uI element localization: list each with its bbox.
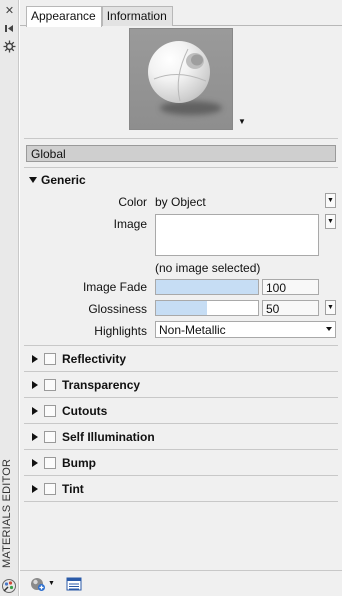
collapse-arrow-icon [32,485,38,493]
highlights-select-value: Non-Metallic [159,323,226,337]
collapse-arrow-icon [32,459,38,467]
section-reflectivity[interactable]: Reflectivity [32,352,126,366]
section-transparency[interactable]: Transparency [32,378,140,392]
section-label: Transparency [62,378,141,392]
collapse-arrow-icon [32,355,38,363]
glossiness-dropdown-button[interactable]: ▼ [325,300,336,315]
separator [24,167,338,168]
section-label: Reflectivity [62,352,127,366]
separator [24,397,338,398]
color-dropdown-button[interactable]: ▼ [325,193,336,208]
separator [24,449,338,450]
section-label: Tint [62,482,84,496]
chevron-down-icon [326,327,332,331]
section-label: Self Illumination [62,430,155,444]
global-section-bar[interactable]: Global [26,145,336,162]
glossiness-slider[interactable] [155,300,259,316]
palette-title: MATERIALS EDITOR [1,458,13,568]
create-material-dropdown[interactable]: ▼ [48,576,56,592]
separator [24,138,338,139]
color-value[interactable]: by Object [155,195,206,209]
collapse-arrow-icon [32,407,38,415]
material-preview-swatch[interactable] [129,28,233,130]
image-dropdown-button[interactable]: ▼ [325,214,336,229]
materials-browser-icon[interactable] [66,576,82,592]
tab-appearance[interactable]: Appearance [26,6,102,27]
image-slot[interactable] [155,214,319,256]
separator [24,475,338,476]
close-icon[interactable]: ✕ [3,4,16,17]
materials-editor-panel: Appearance Information ▼ Global Generic … [20,0,342,596]
bottom-toolbar: ▼ [20,570,342,596]
separator [24,423,338,424]
properties-icon[interactable] [3,40,16,53]
glossiness-value[interactable]: 50 [262,300,319,316]
collapse-arrow-icon [32,433,38,441]
section-self-illumination[interactable]: Self Illumination [32,430,155,444]
reflectivity-checkbox[interactable] [44,353,56,365]
section-label: Cutouts [62,404,108,418]
generic-section-header[interactable]: Generic [29,173,86,187]
bump-checkbox[interactable] [44,457,56,469]
glossiness-slider-fill [156,301,207,315]
expand-arrow-icon [29,177,37,183]
section-tint[interactable]: Tint [32,482,84,496]
section-cutouts[interactable]: Cutouts [32,404,107,418]
image-fade-slider-fill [156,280,258,294]
color-label: Color [118,195,147,209]
tint-checkbox[interactable] [44,483,56,495]
preview-sphere [148,41,210,103]
autohide-icon[interactable] [3,22,16,35]
tab-strip: Appearance Information [26,6,173,27]
preview-options-dropdown[interactable]: ▼ [238,118,246,126]
create-material-icon[interactable] [30,576,46,592]
palette-title-strip: ✕ MATERIALS EDITOR [0,0,19,596]
highlights-select[interactable]: Non-Metallic [155,321,336,338]
materials-palette-icon[interactable] [1,578,17,594]
collapse-arrow-icon [32,381,38,389]
image-fade-label: Image Fade [82,280,147,294]
image-status-text: (no image selected) [155,261,261,275]
section-label: Bump [62,456,96,470]
transparency-checkbox[interactable] [44,379,56,391]
separator [24,371,338,372]
generic-section-title: Generic [41,173,86,187]
tab-information[interactable]: Information [101,6,173,26]
image-fade-value[interactable]: 100 [262,279,319,295]
image-label: Image [113,217,147,231]
glossiness-label: Glossiness [88,302,147,316]
highlights-label: Highlights [94,324,147,338]
preview-shadow [160,101,222,115]
cutouts-checkbox[interactable] [44,405,56,417]
separator [24,345,338,346]
self-illumination-checkbox[interactable] [44,431,56,443]
separator [24,501,338,502]
section-bump[interactable]: Bump [32,456,96,470]
image-fade-slider[interactable] [155,279,259,295]
